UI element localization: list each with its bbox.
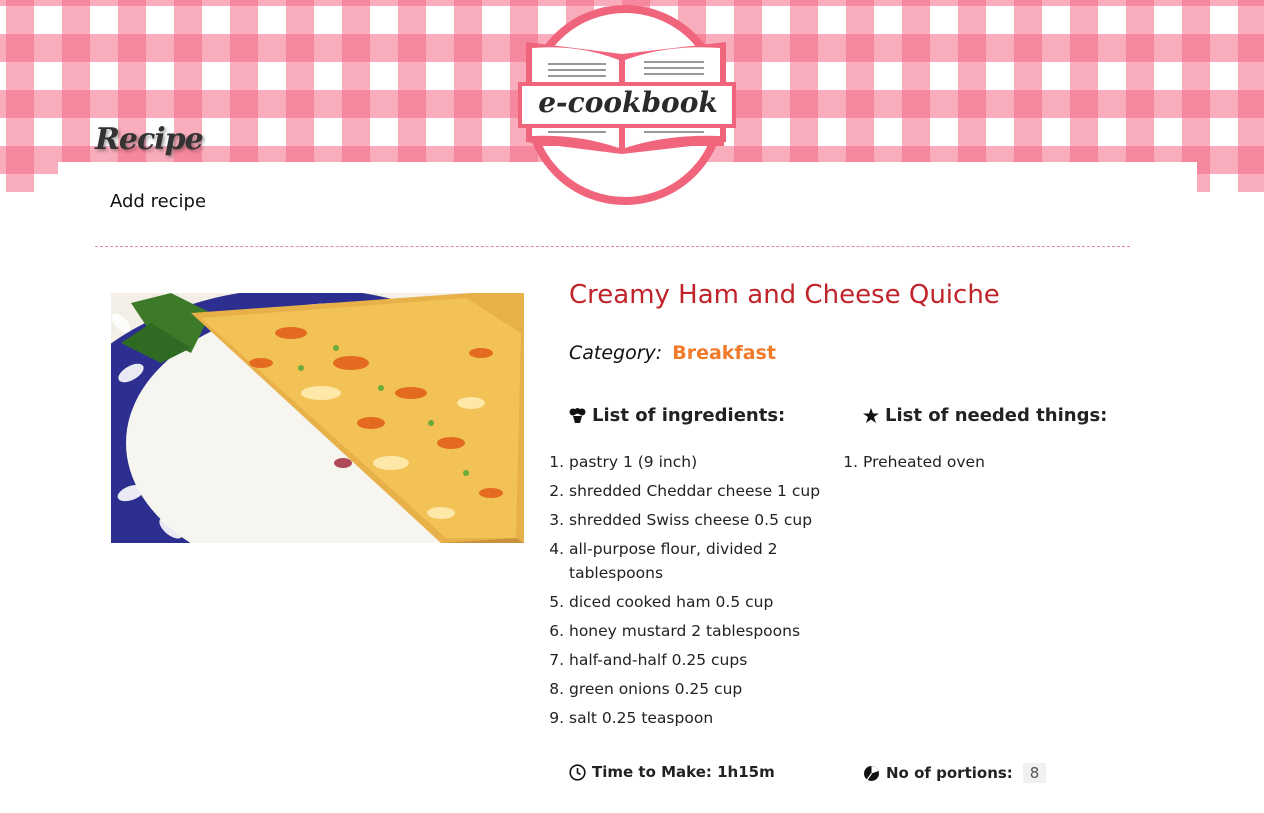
category-label: Category: (569, 342, 663, 364)
needed-thing-item: Preheated oven (863, 450, 1123, 474)
time-to-make: Time to Make: 1h15m (569, 763, 775, 781)
ingredient-item: diced cooked ham 0.5 cup (569, 590, 839, 614)
ingredients-heading: List of ingredients: (569, 405, 785, 426)
ingredient-item: shredded Swiss cheese 0.5 cup (569, 508, 839, 532)
ingredient-item: honey mustard 2 tablespoons (569, 619, 839, 643)
ingredient-item: all-purpose flour, divided 2 tablespoons (569, 537, 839, 585)
recipe-category: Category: Breakfast (569, 342, 776, 364)
needed-things-list: Preheated oven (845, 450, 1123, 479)
portions-value: 8 (1022, 763, 1047, 783)
category-link[interactable]: Breakfast (672, 342, 776, 364)
recipe-photo (111, 293, 524, 543)
portions: No of portions: 8 (863, 763, 1047, 783)
ingredient-item: shredded Cheddar cheese 1 cup (569, 479, 839, 503)
ingredient-item: half-and-half 0.25 cups (569, 648, 839, 672)
nav-recipe-title[interactable]: Recipe (95, 122, 204, 157)
ingredient-item: salt 0.25 teaspoon (569, 706, 839, 730)
needed-things-heading-label: List of needed things: (885, 405, 1108, 426)
recipe-title: Creamy Ham and Cheese Quiche (569, 280, 1000, 310)
ingredient-item: green onions 0.25 cup (569, 677, 839, 701)
add-recipe-link[interactable]: Add recipe (110, 191, 206, 212)
ingredients-list: pastry 1 (9 inch) shredded Cheddar chees… (551, 450, 839, 735)
needed-things-heading: List of needed things: (863, 405, 1107, 426)
ingredient-item: pastry 1 (9 inch) (569, 450, 839, 474)
star-icon (863, 407, 879, 423)
e-cookbook-logo[interactable]: e-cookbook (518, 4, 738, 206)
logo-text: e-cookbook (538, 86, 718, 119)
clock-icon (569, 763, 586, 781)
time-to-make-label: Time to Make: 1h15m (592, 763, 775, 781)
ingredients-heading-label: List of ingredients: (592, 405, 786, 426)
section-divider (95, 246, 1130, 247)
chef-hat-icon (569, 408, 586, 423)
pie-icon (864, 765, 879, 781)
portions-label: No of portions: (886, 764, 1013, 782)
